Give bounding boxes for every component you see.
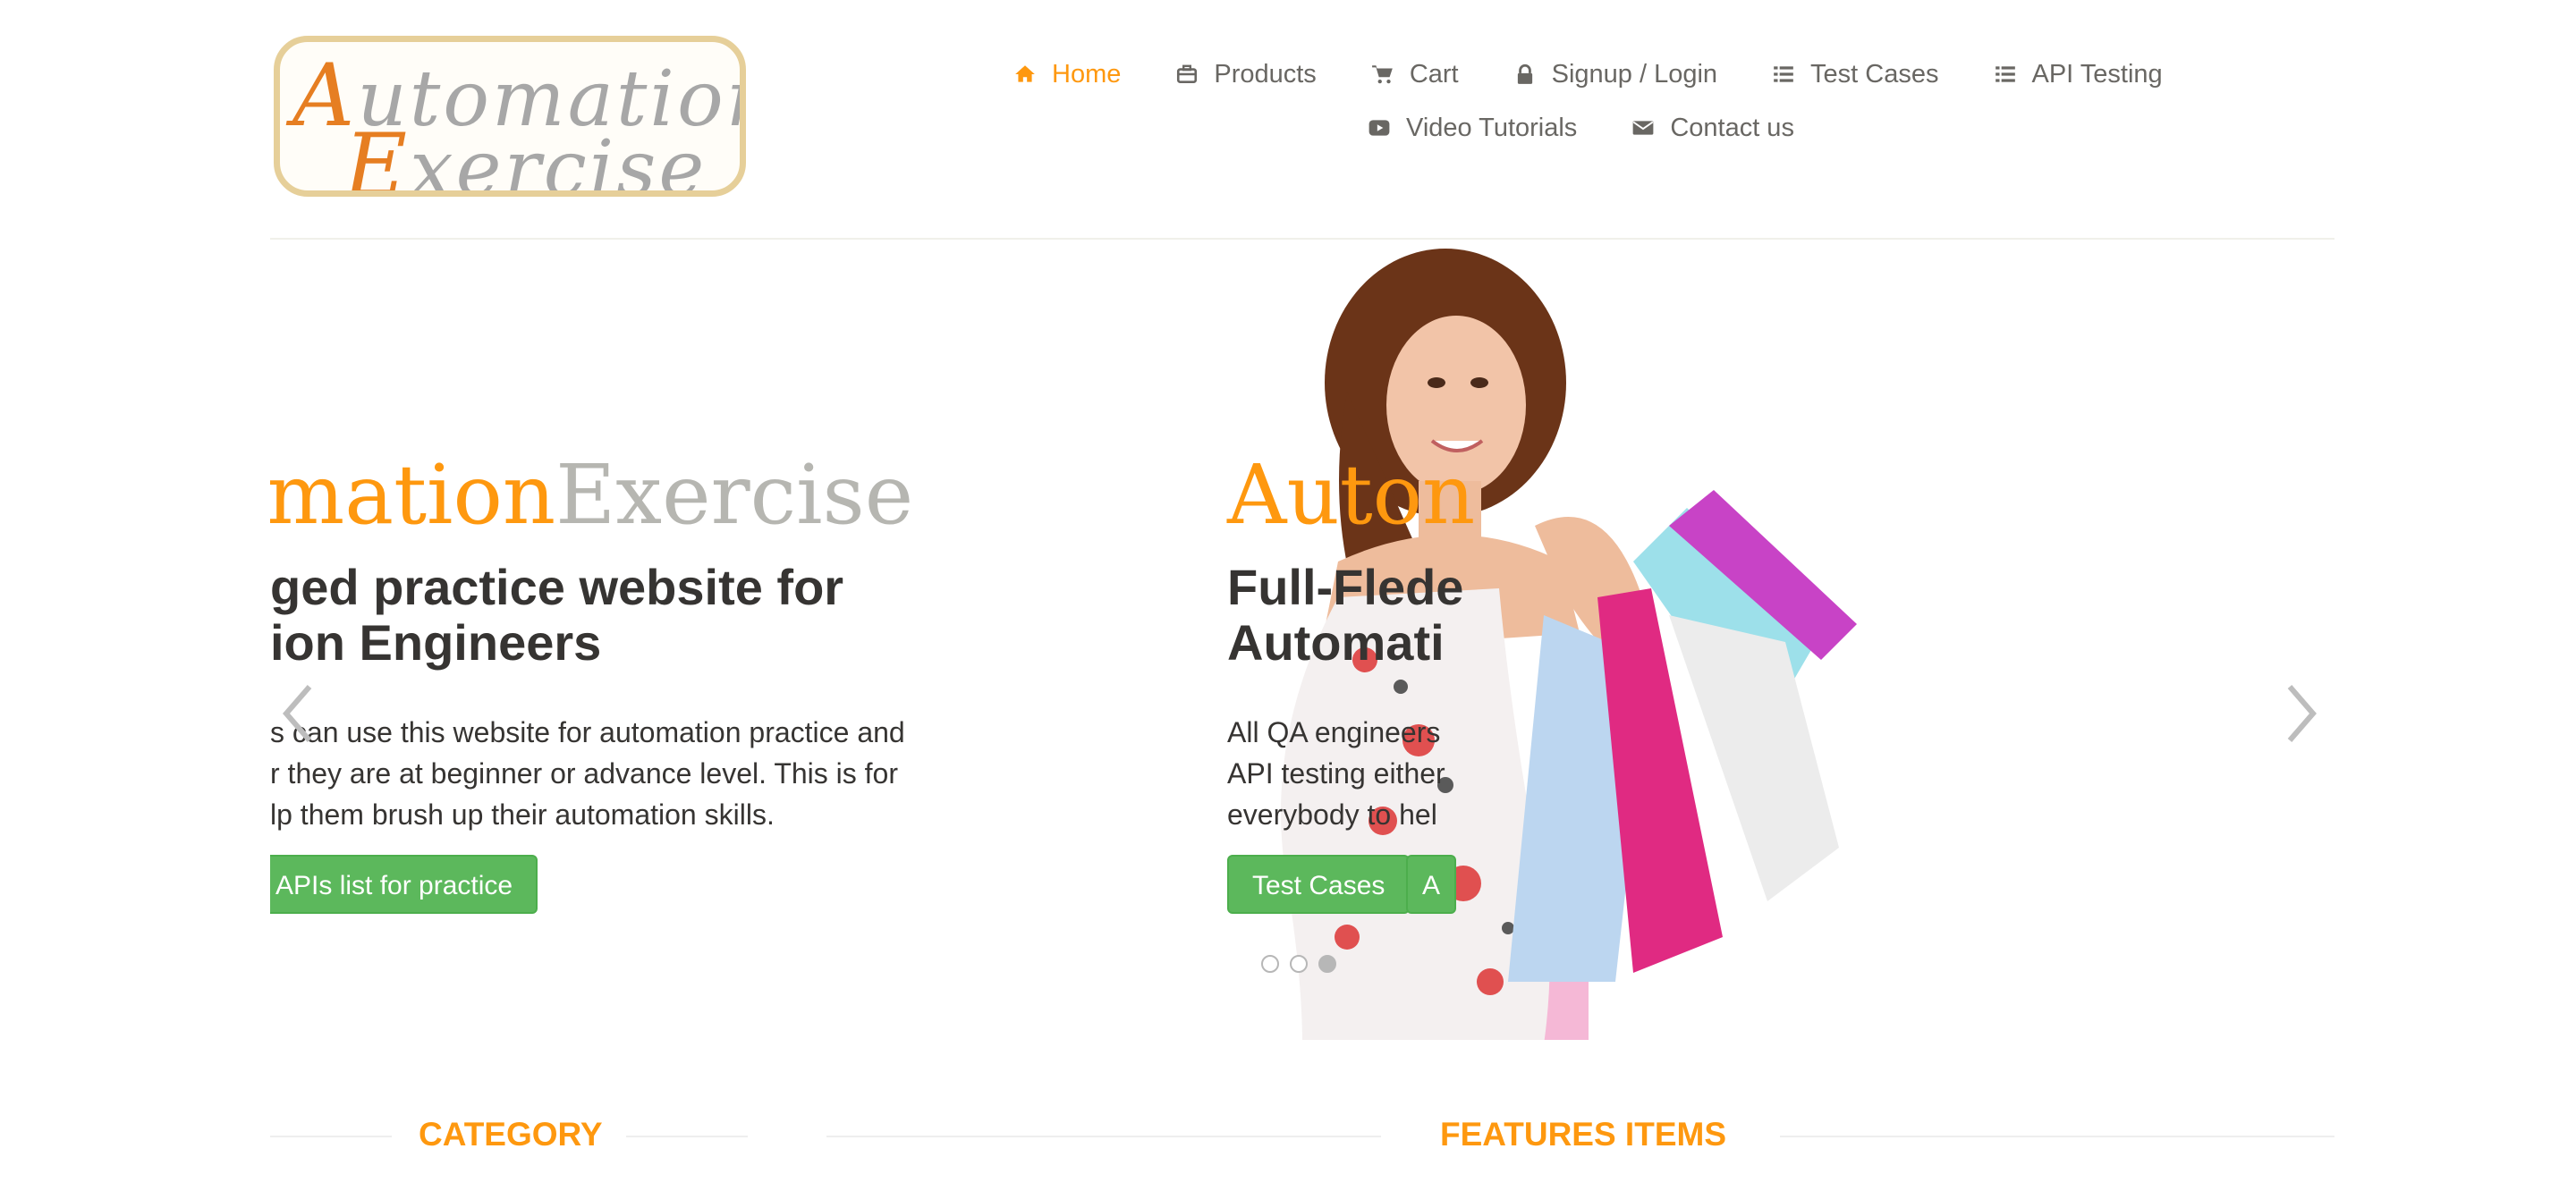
slide-brand-title: mationExercise [270,447,914,543]
list-icon [1771,62,1796,87]
nav-products[interactable]: Products [1174,59,1317,89]
carousel-dot-2[interactable] [1290,955,1308,973]
features-items-title: FEATURES ITEMS [1440,1116,1726,1153]
nav-signup-login[interactable]: Signup / Login [1513,60,1717,89]
lock-icon [1513,62,1538,87]
slide-description-line-2: r they are at beginner or advance level.… [270,757,898,790]
carousel-dot-3[interactable] [1318,955,1336,973]
category-title-line-right [626,1136,748,1137]
carousel-next-arrow[interactable] [2274,678,2327,749]
home-icon [1013,62,1038,87]
test-cases-button[interactable]: Test Cases [1227,855,1411,914]
carousel-prev-arrow[interactable] [272,678,326,749]
nav-label: Cart [1409,59,1459,89]
logo-line-2: Exercise [344,115,708,197]
nav-label: API Testing [2031,59,2163,89]
envelope-icon [1631,115,1656,140]
features-title-line-right [1780,1136,2334,1137]
page-container: Automation Exercise Home Products Cart S… [270,0,2334,1191]
nav-cart[interactable]: Cart [1370,60,1459,89]
nav-test-cases[interactable]: Test Cases [1771,59,1939,89]
slide-description-line-3: lp them brush up their automation skills… [270,798,775,831]
cart-icon [1370,62,1395,87]
nav-contact-us[interactable]: Contact us [1631,114,1794,143]
nav-api-testing[interactable]: API Testing [1993,60,2163,89]
category-title-line-left [270,1136,392,1137]
slide-description-line-3-next: everybody to hel [1227,798,1437,831]
nav-video-tutorials[interactable]: Video Tutorials [1367,114,1577,143]
hero-shopping-woman-image [1281,249,1857,1040]
briefcase-icon [1174,62,1199,87]
apis-list-button[interactable]: APIs list for practice [270,855,538,914]
slide-description-line-1-next: All QA engineers [1227,716,1441,748]
hero-carousel: mationExercise ged practice website for … [270,240,2334,1040]
main-nav: Home Products Cart Signup / Login Test C… [1013,55,2216,93]
youtube-play-icon [1367,115,1392,140]
slide-heading-line-1: ged practice website for [270,559,844,615]
nav-label: Video Tutorials [1406,113,1578,142]
main-nav-row-2: Video Tutorials Contact us [1367,109,1848,147]
nav-home[interactable]: Home [1013,60,1121,89]
slide-heading-line-1-next: Full-Flede [1227,559,1464,615]
list-icon [1993,62,2018,87]
carousel-dot-1[interactable] [1261,955,1279,973]
category-title: CATEGORY [419,1116,603,1153]
features-title-line-left [826,1136,1381,1137]
slide-description-line-1: s can use this website for automation pr… [270,716,905,748]
nav-label: Home [1052,59,1122,89]
apis-list-button-next[interactable]: A [1406,855,1457,914]
slide-description-line-2-next: API testing either [1227,757,1445,790]
slide-heading-line-2-next: Automati [1227,614,1445,671]
nav-label: Products [1214,59,1317,89]
slide-heading-line-2: ion Engineers [270,614,602,671]
carousel-indicators [1261,955,1347,973]
slide-brand-title-next: Auton [1227,447,1476,543]
site-logo[interactable]: Automation Exercise [274,36,746,197]
nav-label: Contact us [1670,113,1794,142]
nav-label: Signup / Login [1551,59,1718,89]
nav-label: Test Cases [1810,59,1939,89]
